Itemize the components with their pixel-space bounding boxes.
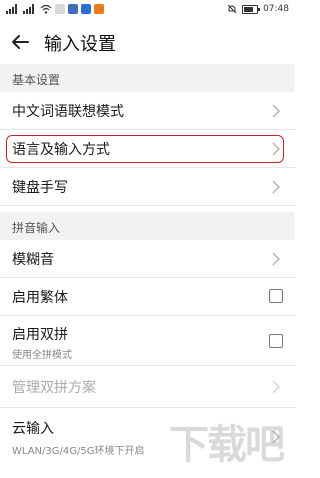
page-title: 输入设置 — [44, 34, 116, 55]
row-label: 启用双拼 — [12, 327, 68, 343]
double-pinyin-checkbox[interactable] — [269, 334, 283, 348]
row-label: 模糊音 — [12, 252, 54, 268]
row-label: 中文词语联想模式 — [12, 104, 124, 120]
settings-row-traditional[interactable]: 启用繁体 — [0, 278, 295, 316]
app-notification-icon — [55, 4, 65, 14]
app-notification-icon-4 — [94, 4, 104, 14]
settings-row-handwriting[interactable]: 键盘手写 — [0, 168, 295, 206]
settings-row-double-pinyin[interactable]: 启用双拼 使用全拼模式 — [0, 316, 295, 366]
status-time: 07:48 — [263, 4, 289, 14]
traditional-checkbox[interactable] — [269, 289, 283, 303]
row-label: 云输入 — [12, 421, 54, 437]
chevron-right-icon — [272, 142, 281, 156]
app-notification-icon-3 — [81, 4, 91, 14]
wifi-icon — [40, 4, 52, 14]
watermark-logo: 下载吧 — [169, 422, 285, 468]
status-bar: 07:48 — [0, 0, 295, 22]
top-app-bar: 输入设置 — [0, 22, 295, 64]
chevron-right-icon — [272, 380, 281, 394]
app-notification-icon-2 — [68, 4, 78, 14]
settings-row-fuzzy-pinyin[interactable]: 模糊音 — [0, 240, 295, 278]
settings-row-language-input[interactable]: 语言及输入方式 — [0, 130, 295, 168]
back-arrow-icon[interactable] — [8, 30, 32, 54]
row-subtitle: WLAN/3G/4G/5G环境下开启 — [12, 446, 145, 457]
section-header-basic: 基本设置 — [0, 64, 295, 92]
row-subtitle: 使用全拼模式 — [12, 350, 72, 361]
signal-icon — [6, 4, 17, 14]
row-label: 启用繁体 — [12, 290, 68, 306]
settings-row-manage-double-pinyin: 管理双拼方案 — [0, 366, 295, 408]
status-icons-left — [6, 4, 104, 14]
battery-icon — [242, 4, 261, 14]
mute-icon — [227, 4, 237, 14]
section-title: 拼音输入 — [12, 221, 61, 235]
chevron-right-icon — [272, 180, 281, 194]
section-title: 基本设置 — [12, 73, 61, 87]
status-icons-right: 07:48 — [227, 4, 289, 14]
row-label: 语言及输入方式 — [12, 142, 110, 158]
section-header-pinyin: 拼音输入 — [0, 212, 295, 240]
settings-row-word-association[interactable]: 中文词语联想模式 — [0, 92, 295, 130]
row-label: 管理双拼方案 — [12, 380, 96, 396]
signal-icon-2 — [23, 4, 34, 14]
chevron-right-icon — [272, 252, 281, 266]
row-label: 键盘手写 — [12, 180, 68, 196]
chevron-right-icon — [272, 104, 281, 118]
